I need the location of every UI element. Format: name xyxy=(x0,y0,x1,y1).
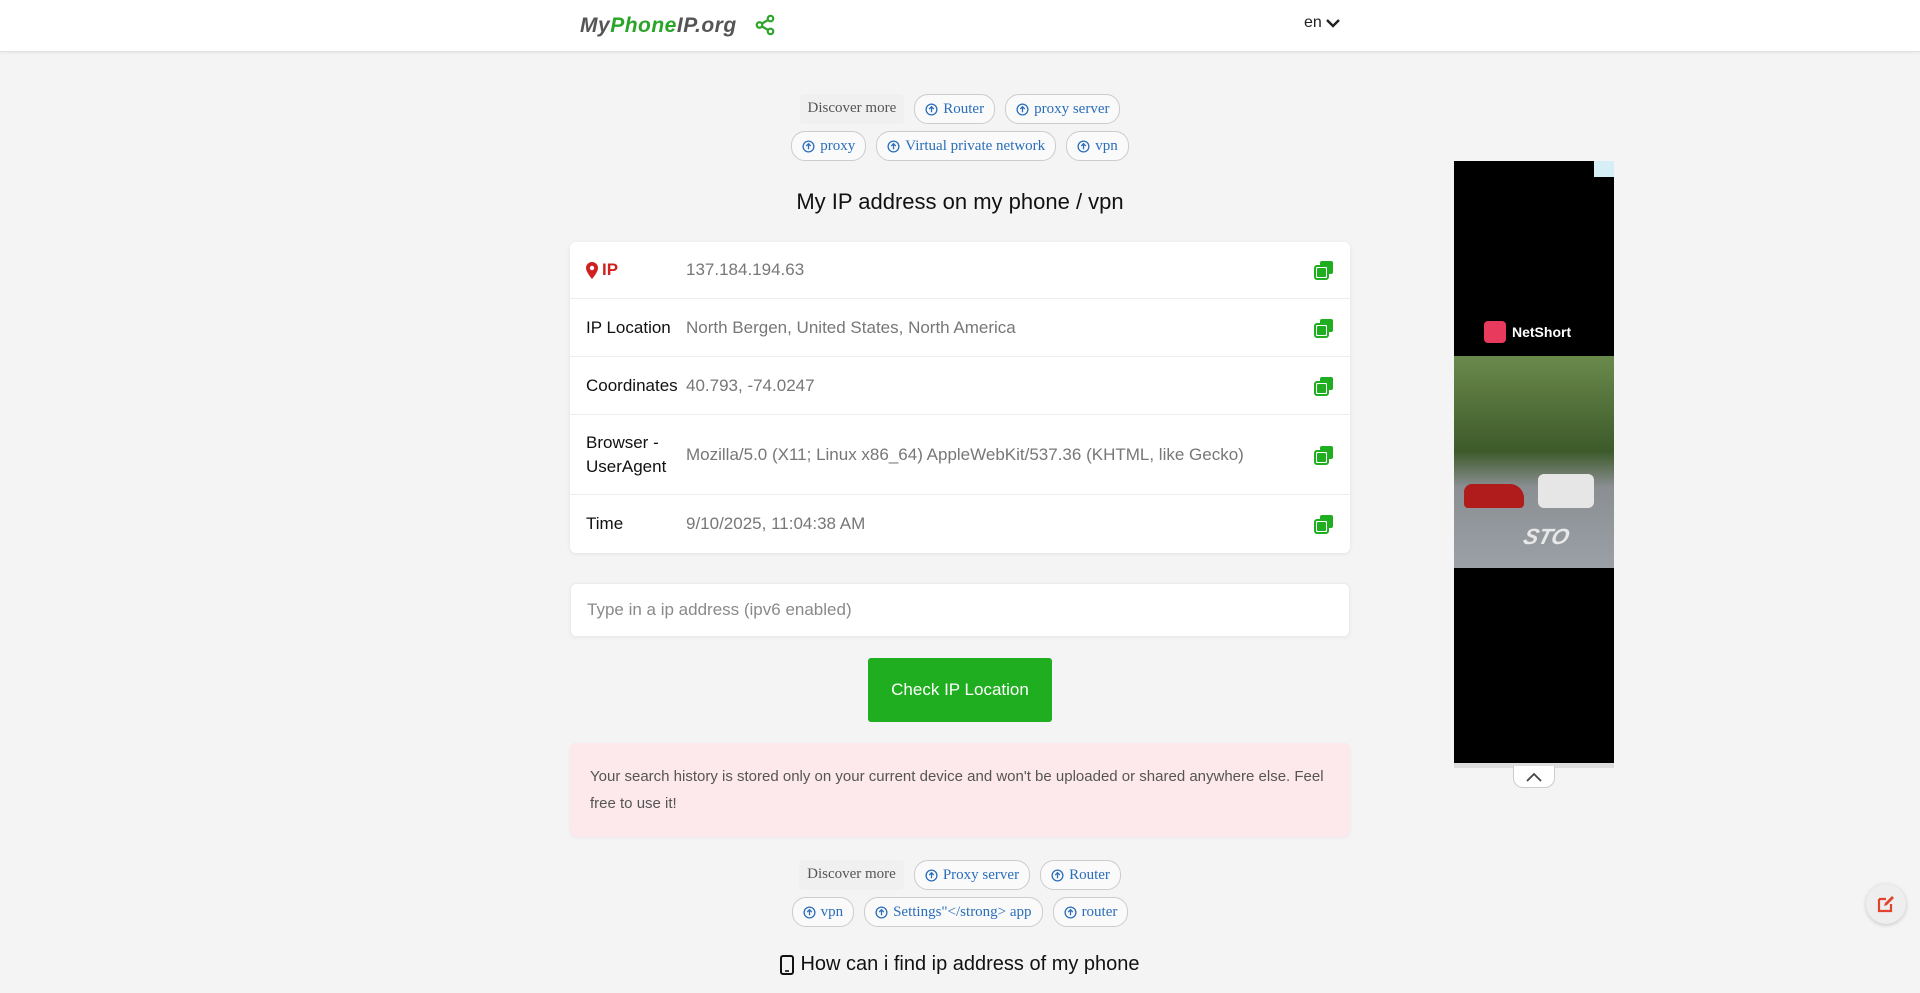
info-row-time: Time 9/10/2025, 11:04:38 AM xyxy=(570,495,1350,553)
chip-label: vpn xyxy=(1095,138,1118,154)
netshort-logo-icon xyxy=(1484,321,1506,343)
logo-highlight: Phone xyxy=(610,14,677,37)
chip-label: proxy xyxy=(820,138,856,154)
discover-more-top-row1: Discover more Router proxy server xyxy=(0,94,1920,124)
discover-chip-router[interactable]: Router xyxy=(914,94,996,124)
chip-label: Settings"</strong> app xyxy=(893,904,1032,920)
info-row-coordinates: Coordinates 40.793, -74.0247 xyxy=(570,357,1350,415)
ad-street-photo: STO xyxy=(1454,356,1614,568)
ad-photo-car xyxy=(1464,484,1524,508)
info-label: Coordinates xyxy=(586,375,678,395)
info-row-location: IP Location North Bergen, United States,… xyxy=(570,299,1350,357)
info-row-useragent: Browser - UserAgent Mozilla/5.0 (X11; Li… xyxy=(570,415,1350,495)
chevron-down-icon xyxy=(1325,19,1340,28)
discover-more-top-row2: proxy Virtual private network vpn xyxy=(0,131,1920,161)
logo-prefix: My xyxy=(580,14,611,37)
discover-more-label: Discover more xyxy=(799,860,904,890)
howto-heading: How can i find ip address of my phone xyxy=(0,953,1920,976)
ad-photo-van xyxy=(1538,474,1594,508)
circle-plus-icon xyxy=(875,905,888,919)
copy-icon[interactable] xyxy=(1314,376,1334,396)
language-label: en xyxy=(1304,14,1322,31)
circle-plus-icon xyxy=(1051,868,1064,882)
chip-label: proxy server xyxy=(1034,101,1110,117)
chip-label: Router xyxy=(1069,867,1110,883)
page-title: My IP address on my phone / vpn xyxy=(796,189,1124,214)
discover-chip-proxy-server[interactable]: Proxy server xyxy=(913,860,1031,890)
top-navbar: MyPhoneIP.org en xyxy=(0,0,1920,52)
info-value: 9/10/2025, 11:04:38 AM xyxy=(686,514,866,533)
info-label: Time xyxy=(586,514,624,533)
copy-icon[interactable] xyxy=(1314,260,1334,280)
chip-label: Proxy server xyxy=(942,867,1020,883)
map-marker-icon xyxy=(586,261,598,279)
check-ip-location-button[interactable]: Check IP Location xyxy=(868,658,1052,722)
discover-more-bottom-row1: Discover more Proxy server Router xyxy=(0,860,1920,890)
circle-plus-icon xyxy=(925,868,938,882)
copy-icon[interactable] xyxy=(1314,318,1334,338)
copy-icon[interactable] xyxy=(1314,514,1334,534)
discover-more-bottom-row2: vpn Settings"</strong> app router xyxy=(0,897,1920,927)
circle-plus-icon xyxy=(802,139,815,153)
info-value: 137.184.194.63 xyxy=(686,260,805,279)
circle-plus-icon xyxy=(803,905,816,919)
discover-chip-router[interactable]: Router xyxy=(1040,860,1121,890)
discover-chip-vpn[interactable]: vpn xyxy=(1066,131,1129,161)
ip-info-card: IP 137.184.194.63 IP Location North Berg… xyxy=(570,242,1350,553)
circle-plus-icon xyxy=(1077,139,1090,153)
copy-icon[interactable] xyxy=(1314,445,1334,465)
info-label-text: IP xyxy=(602,260,619,279)
info-label: IP Location xyxy=(586,317,671,337)
feedback-edit-button[interactable] xyxy=(1866,884,1906,924)
discover-chip-settings-app[interactable]: Settings"</strong> app xyxy=(864,897,1043,927)
mobile-phone-icon xyxy=(780,954,795,975)
edit-icon xyxy=(1877,896,1894,913)
privacy-notice: Your search history is stored only on yo… xyxy=(570,743,1350,837)
info-label: Browser - UserAgent xyxy=(586,432,667,476)
chevron-up-icon xyxy=(1526,772,1542,782)
info-value: Mozilla/5.0 (X11; Linux x86_64) AppleWeb… xyxy=(686,444,1244,464)
discover-chip-router-lower[interactable]: router xyxy=(1052,897,1129,927)
circle-plus-icon xyxy=(887,139,900,153)
chip-label: router xyxy=(1081,904,1118,920)
side-advertisement[interactable]: NetShort STO xyxy=(1454,161,1614,763)
circle-plus-icon xyxy=(1016,102,1029,116)
ad-collapse-button[interactable] xyxy=(1513,766,1555,788)
ad-brand-name: NetShort xyxy=(1512,324,1572,340)
ip-search-input[interactable] xyxy=(570,583,1350,637)
info-row-ip: IP 137.184.194.63 xyxy=(570,242,1350,299)
info-value: 40.793, -74.0247 xyxy=(686,375,815,395)
chip-label: vpn xyxy=(820,904,844,920)
howto-heading-text: How can i find ip address of my phone xyxy=(800,953,1140,975)
ad-choices-icon[interactable] xyxy=(1594,161,1614,177)
share-icon[interactable] xyxy=(754,14,776,36)
info-label: IP xyxy=(586,258,686,282)
logo-suffix: IP.org xyxy=(676,14,737,37)
info-value: North Bergen, United States, North Ameri… xyxy=(686,317,1016,337)
discover-chip-vpn-network[interactable]: Virtual private network xyxy=(876,131,1057,161)
discover-chip-vpn[interactable]: vpn xyxy=(791,897,855,927)
chip-label: Router xyxy=(943,101,985,117)
site-logo[interactable]: MyPhoneIP.org xyxy=(580,14,737,38)
language-selector[interactable]: en xyxy=(1304,14,1340,32)
discover-chip-proxy[interactable]: proxy xyxy=(791,131,867,161)
circle-plus-icon xyxy=(1064,905,1077,919)
discover-chip-proxy-server[interactable]: proxy server xyxy=(1005,94,1121,124)
ad-road-text: STO xyxy=(1520,524,1573,549)
circle-plus-icon xyxy=(925,102,938,116)
chip-label: Virtual private network xyxy=(905,138,1046,154)
discover-more-label: Discover more xyxy=(799,94,905,124)
ad-brand: NetShort xyxy=(1484,321,1571,343)
